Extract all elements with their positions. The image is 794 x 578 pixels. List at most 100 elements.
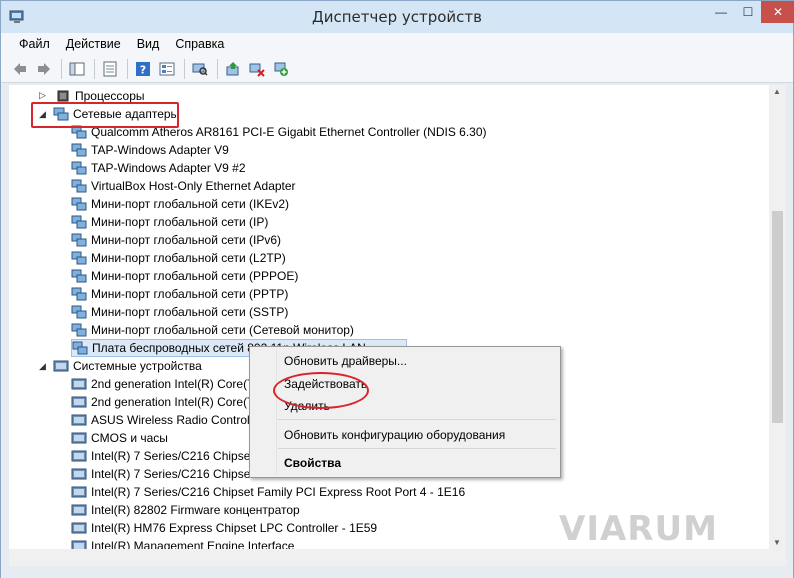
back-icon [14, 62, 26, 75]
svg-text:?: ? [140, 63, 146, 76]
menu-action[interactable]: Действие [58, 37, 129, 51]
network-adapter-item[interactable]: Мини-порт глобальной сети (SSTP) [71, 303, 288, 321]
network-adapter-icon [72, 341, 88, 355]
system-device-item[interactable]: Intel(R) 7 Series/C216 Chipset [71, 465, 254, 483]
network-adapter-item[interactable]: Мини-порт глобальной сети (IPv6) [71, 231, 281, 249]
context-menu-separator [278, 419, 556, 420]
scan-hardware-button[interactable] [189, 58, 211, 80]
device-label: Мини-порт глобальной сети (L2TP) [91, 251, 286, 265]
menu-file[interactable]: Файл [11, 37, 58, 51]
toolbar-separator [127, 58, 128, 79]
device-label: Мини-порт глобальной сети (IPv6) [91, 233, 282, 247]
device-tree[interactable]: ▷ Процессоры ◢ Сетевые адаптеры Qualcomm… [9, 85, 769, 549]
device-label: Intel(R) 7 Series/C216 Chipset [91, 467, 254, 481]
menu-item-properties[interactable]: Свойства [284, 453, 341, 473]
network-adapter-item[interactable]: Мини-порт глобальной сети (IP) [71, 213, 268, 231]
update-driver-button[interactable] [222, 58, 244, 80]
view-button[interactable] [156, 58, 178, 80]
uninstall-button[interactable] [246, 58, 268, 80]
window-title: Диспетчер устройств [311, 8, 482, 26]
toolbar: ? [1, 55, 793, 83]
network-adapter-item[interactable]: Мини-порт глобальной сети (L2TP) [71, 249, 286, 267]
toolbar-separator [94, 58, 95, 79]
network-adapter-item[interactable]: TAP-Windows Adapter V9 [71, 141, 229, 159]
network-adapter-icon [71, 215, 87, 229]
enable-device-icon [274, 62, 288, 76]
scan-hardware-icon [192, 63, 208, 76]
maximize-button[interactable]: ☐ [735, 1, 761, 23]
system-device-icon [71, 432, 87, 444]
device-label: VirtualBox Host-Only Ethernet Adapter [91, 179, 296, 193]
collapse-system-devices-icon[interactable]: ◢ [39, 361, 46, 372]
scrollbar-thumb[interactable] [772, 211, 783, 423]
console-tree-button[interactable] [66, 58, 88, 80]
system-device-item[interactable]: Intel(R) Management Engine Interface [71, 537, 294, 549]
system-device-icon [71, 522, 87, 534]
device-label: Мини-порт глобальной сети (IKEv2) [91, 197, 290, 211]
network-adapter-item[interactable]: VirtualBox Host-Only Ethernet Adapter [71, 177, 296, 195]
network-adapter-item[interactable]: Мини-порт глобальной сети (IKEv2) [71, 195, 289, 213]
close-button[interactable]: ✕ [761, 1, 794, 23]
menu-help[interactable]: Справка [167, 37, 232, 51]
network-adapter-item[interactable]: TAP-Windows Adapter V9 #2 [71, 159, 246, 177]
system-device-item[interactable]: ASUS Wireless Radio Control [71, 411, 250, 429]
device-label: Intel(R) HM76 Express Chipset LPC Contro… [91, 521, 378, 535]
help-button[interactable]: ? [132, 58, 154, 80]
status-bar [1, 566, 793, 578]
network-adapter-item[interactable]: Мини-порт глобальной сети (Сетевой монит… [71, 321, 354, 339]
scrollbar-corner [769, 549, 786, 566]
system-device-item[interactable]: Intel(R) HM76 Express Chipset LPC Contro… [71, 519, 377, 537]
menu-view[interactable]: Вид [129, 37, 168, 51]
scroll-up-icon[interactable]: ▲ [773, 87, 781, 96]
enable-device-button[interactable] [270, 58, 292, 80]
system-device-item[interactable]: 2nd generation Intel(R) Core(T [71, 375, 254, 393]
device-label: Мини-порт глобальной сети (Сетевой монит… [91, 323, 354, 337]
system-device-item[interactable]: Intel(R) 7 Series/C216 Chipset [71, 447, 254, 465]
system-device-icon [71, 396, 87, 408]
device-label: TAP-Windows Adapter V9 [91, 143, 229, 157]
back-button[interactable] [9, 58, 31, 80]
menu-item-update-drivers[interactable]: Обновить драйверы... [284, 351, 407, 371]
network-adapter-icon [71, 143, 87, 157]
minimize-button[interactable]: — [707, 1, 735, 23]
device-label: 2nd generation Intel(R) Core(T [91, 395, 255, 409]
tree-node-system-devices[interactable]: Системные устройства [53, 357, 202, 375]
system-device-icon [71, 468, 87, 480]
close-icon: ✕ [772, 5, 784, 19]
vertical-scrollbar[interactable]: ▲ ▼ [769, 85, 786, 549]
menu-item-scan-hardware[interactable]: Обновить конфигурацию оборудования [284, 425, 505, 445]
device-label: Intel(R) 7 Series/C216 Chipset [91, 449, 254, 463]
system-device-icon [71, 450, 87, 462]
network-adapter-item[interactable]: Мини-порт глобальной сети (PPPOE) [71, 267, 298, 285]
expand-processors-icon[interactable]: ▷ [39, 90, 46, 101]
system-device-item[interactable]: CMOS и часы [71, 429, 168, 447]
title-bar[interactable]: Диспетчер устройств — ☐ ✕ [1, 1, 794, 33]
show-hide-console-tree-icon [69, 62, 85, 75]
device-label: Intel(R) 82802 Firmware концентратор [91, 503, 300, 517]
minimize-icon: — [715, 5, 727, 19]
system-devices-category-icon [53, 360, 69, 372]
maximize-icon: ☐ [742, 5, 754, 19]
system-device-item[interactable]: Intel(R) 7 Series/C216 Chipset Family PC… [71, 483, 465, 501]
viarum-watermark: VIARUM [559, 509, 718, 549]
network-adapter-icon [71, 251, 87, 265]
menu-bar: Файл Действие Вид Справка [1, 33, 793, 55]
network-adapter-item[interactable]: Мини-порт глобальной сети (PPTP) [71, 285, 288, 303]
system-device-item[interactable]: 2nd generation Intel(R) Core(T [71, 393, 254, 411]
horizontal-scrollbar[interactable] [9, 549, 769, 566]
network-adapter-icon [71, 197, 87, 211]
forward-button[interactable] [33, 58, 55, 80]
forward-icon [38, 62, 50, 75]
properties-button[interactable] [99, 58, 121, 80]
system-device-item[interactable]: Intel(R) 82802 Firmware концентратор [71, 501, 300, 519]
system-device-icon [71, 486, 87, 498]
network-adapter-icon [71, 233, 87, 247]
device-label: CMOS и часы [91, 431, 168, 445]
highlight-ellipse [273, 372, 369, 409]
context-menu: Обновить драйверы... Задействовать Удали… [249, 346, 561, 478]
properties-icon [103, 61, 117, 76]
watermark-text: VIARUM [559, 509, 718, 549]
toolbar-separator [184, 58, 185, 79]
system-device-icon [71, 414, 87, 426]
scroll-down-icon[interactable]: ▼ [773, 538, 781, 547]
